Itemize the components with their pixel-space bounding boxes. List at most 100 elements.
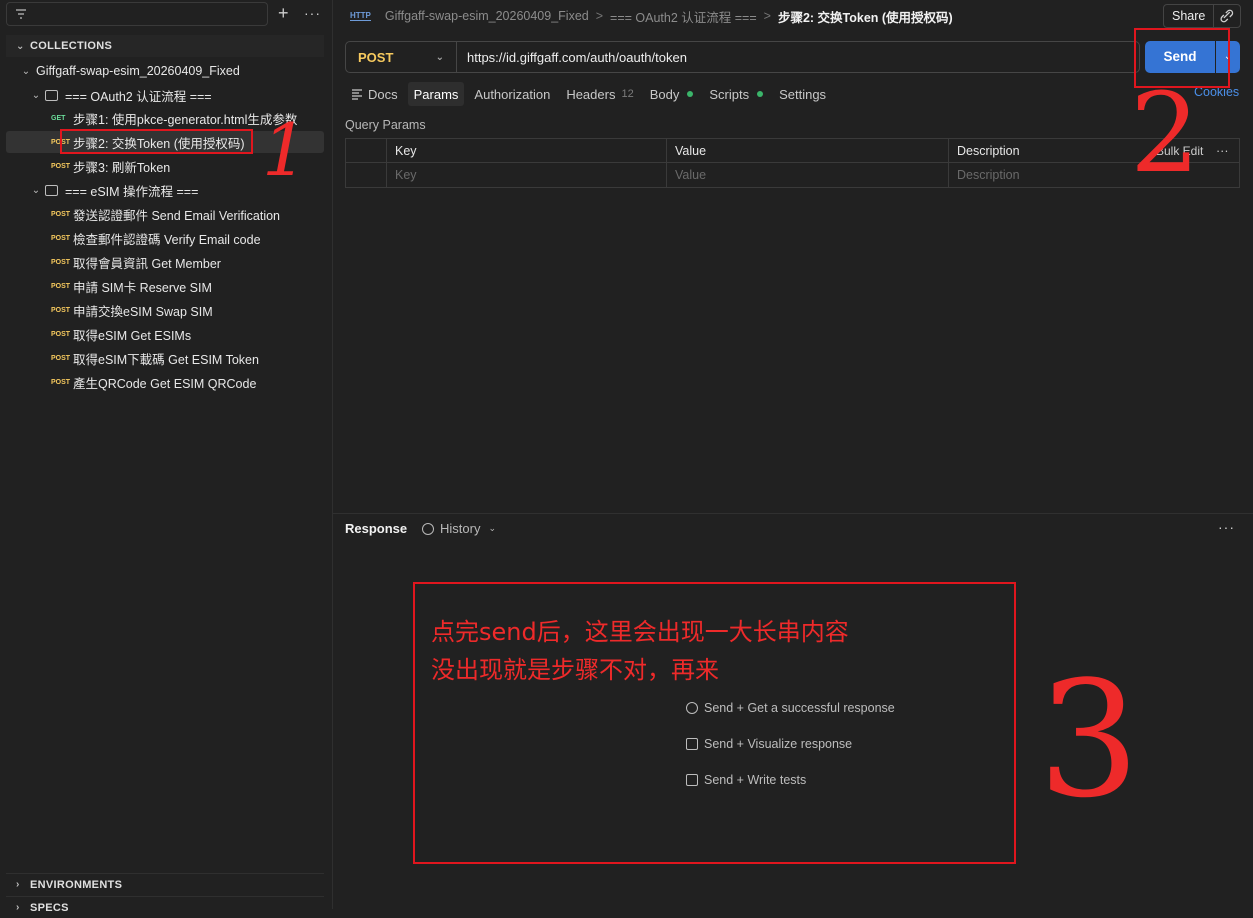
more-icon[interactable]: ··· — [1218, 519, 1235, 535]
request-label: 產生QRCode Get ESIM QRCode — [73, 376, 257, 391]
chevron-right-icon: › — [16, 879, 20, 890]
request-item[interactable]: POST 取得會員資訊 Get Member — [6, 251, 324, 273]
tab-label: Body — [649, 86, 680, 102]
sidebar-search-input[interactable] — [6, 2, 268, 26]
breadcrumb-separator: > — [763, 9, 771, 23]
table-header-row: Key Value Description Bulk Edit ··· — [346, 139, 1239, 163]
column-header: Key — [386, 139, 666, 163]
request-label: 檢查郵件認證碼 Verify Email code — [73, 232, 261, 247]
method-badge: GET — [51, 114, 66, 122]
request-label: 取得eSIM Get ESIMs — [73, 328, 192, 343]
url-input[interactable]: https://id.giffgaff.com/auth/oauth/token — [467, 50, 687, 65]
http-icon: HTTP — [350, 11, 371, 21]
annotation-note: 没出现就是步骤不对，再来 — [431, 656, 719, 684]
response-tab[interactable]: Response — [345, 521, 407, 536]
method-badge: POST — [51, 162, 71, 170]
method-badge: POST — [51, 378, 71, 386]
status-dot — [687, 91, 694, 97]
more-icon[interactable]: ··· — [304, 3, 322, 23]
filter-icon — [16, 9, 26, 19]
environments-header[interactable]: › ENVIRONMENTS — [6, 873, 324, 895]
method-badge: POST — [51, 210, 71, 218]
collections-header[interactable]: ⌄ COLLECTIONS — [6, 35, 324, 57]
method-label: POST — [358, 49, 394, 65]
breadcrumb-separator: > — [595, 9, 604, 23]
query-params-title: Query Params — [345, 118, 426, 132]
request-label: 發送認證郵件 Send Email Verification — [73, 208, 281, 223]
headers-count: 12 — [621, 88, 634, 100]
tab-scripts[interactable]: Scripts — [703, 82, 769, 106]
pane-divider[interactable] — [333, 513, 1253, 514]
annotation-number-1: 1 — [262, 108, 308, 192]
history-label: History — [440, 521, 481, 536]
annotation-box-1 — [60, 129, 253, 154]
more-icon[interactable]: ··· — [1212, 139, 1238, 163]
chevron-down-icon: ⌄ — [21, 65, 31, 77]
value-input[interactable]: Value — [666, 163, 948, 187]
folder-icon — [45, 89, 58, 101]
status-dot — [757, 91, 764, 97]
tab-label: Settings — [779, 86, 827, 102]
request-label: 取得eSIM下載碼 Get ESIM Token — [73, 352, 259, 367]
method-badge: POST — [51, 282, 71, 290]
column-header: Description — [948, 139, 1148, 163]
tab-authorization[interactable]: Authorization — [468, 82, 556, 106]
breadcrumb-collection[interactable]: Giffgaff-swap-esim_20260409_Fixed — [385, 9, 589, 23]
add-icon[interactable]: + — [278, 3, 294, 23]
tab-label: Params — [413, 86, 459, 102]
breadcrumb-folder[interactable]: === OAuth2 认证流程 === — [610, 7, 757, 26]
request-item[interactable]: POST 產生QRCode Get ESIM QRCode — [6, 371, 324, 393]
table-row: Key Value Description — [346, 163, 1239, 187]
chevron-down-icon: ⌄ — [16, 40, 25, 52]
request-item[interactable]: POST 發送認證郵件 Send Email Verification — [6, 203, 324, 225]
specs-label: SPECS — [30, 901, 69, 914]
environments-label: ENVIRONMENTS — [30, 878, 123, 891]
folder-oauth[interactable]: ⌄ === OAuth2 认证流程 === — [6, 84, 324, 106]
folder-icon — [45, 184, 58, 196]
request-label: 申請 SIM卡 Reserve SIM — [73, 280, 212, 295]
breadcrumb-current: 步骤2: 交换Token (使用授权码) — [777, 10, 953, 25]
share-label: Share — [1164, 5, 1215, 27]
request-item[interactable]: POST 申請 SIM卡 Reserve SIM — [6, 275, 324, 297]
link-icon[interactable] — [1214, 5, 1240, 27]
request-item[interactable]: POST 取得eSIM Get ESIMs — [6, 323, 324, 345]
request-item[interactable]: POST 取得eSIM下載碼 Get ESIM Token — [6, 347, 324, 369]
history-icon — [422, 522, 434, 535]
request-url-bar: POST ⌄ https://id.giffgaff.com/auth/oaut… — [345, 41, 1140, 73]
annotation-number-2: 2 — [1130, 69, 1200, 197]
annotation-note: 点完send后，这里会出现一大长串内容 — [431, 618, 849, 646]
breadcrumb: HTTP Giffgaff-swap-esim_20260409_Fixed >… — [344, 7, 953, 26]
method-badge: POST — [51, 330, 71, 338]
history-tab[interactable]: History ⌄ — [422, 521, 496, 536]
request-item[interactable]: POST 申請交換eSIM Swap SIM — [6, 299, 324, 321]
tab-label: Docs — [368, 86, 398, 102]
folder-label: === OAuth2 认证流程 === — [65, 89, 212, 104]
tab-docs[interactable]: Docs — [345, 82, 404, 106]
tab-label: Scripts — [709, 86, 750, 102]
method-badge: POST — [51, 258, 71, 266]
column-header: Value — [666, 139, 948, 163]
tab-params[interactable]: Params — [407, 82, 465, 106]
collection-item[interactable]: ⌄ Giffgaff-swap-esim_20260409_Fixed — [6, 60, 324, 82]
annotation-number-3: 3 — [1038, 646, 1140, 833]
method-select[interactable]: POST ⌄ — [346, 42, 457, 72]
tab-label: Headers — [566, 86, 616, 102]
chevron-right-icon: › — [16, 902, 20, 913]
chevron-down-icon: ⌄ — [31, 89, 41, 101]
docs-icon — [352, 89, 362, 100]
key-input[interactable]: Key — [386, 163, 666, 187]
collections-label: COLLECTIONS — [30, 40, 113, 52]
request-item[interactable]: POST 檢查郵件認證碼 Verify Email code — [6, 227, 324, 249]
chevron-down-icon: ⌄ — [31, 184, 41, 196]
request-tabs: Docs Params Authorization Headers 12 Body… — [345, 82, 836, 106]
folder-label: === eSIM 操作流程 === — [65, 184, 199, 199]
params-table: Key Value Description Bulk Edit ··· Key … — [345, 138, 1240, 188]
tab-body[interactable]: Body — [644, 82, 700, 106]
specs-header[interactable]: › SPECS — [6, 896, 324, 918]
method-badge: POST — [51, 234, 71, 242]
share-button[interactable]: Share — [1163, 4, 1241, 28]
chevron-down-icon: ⌄ — [488, 523, 496, 533]
method-badge: POST — [51, 306, 71, 314]
tab-settings[interactable]: Settings — [773, 82, 832, 106]
tab-headers[interactable]: Headers 12 — [560, 82, 639, 106]
